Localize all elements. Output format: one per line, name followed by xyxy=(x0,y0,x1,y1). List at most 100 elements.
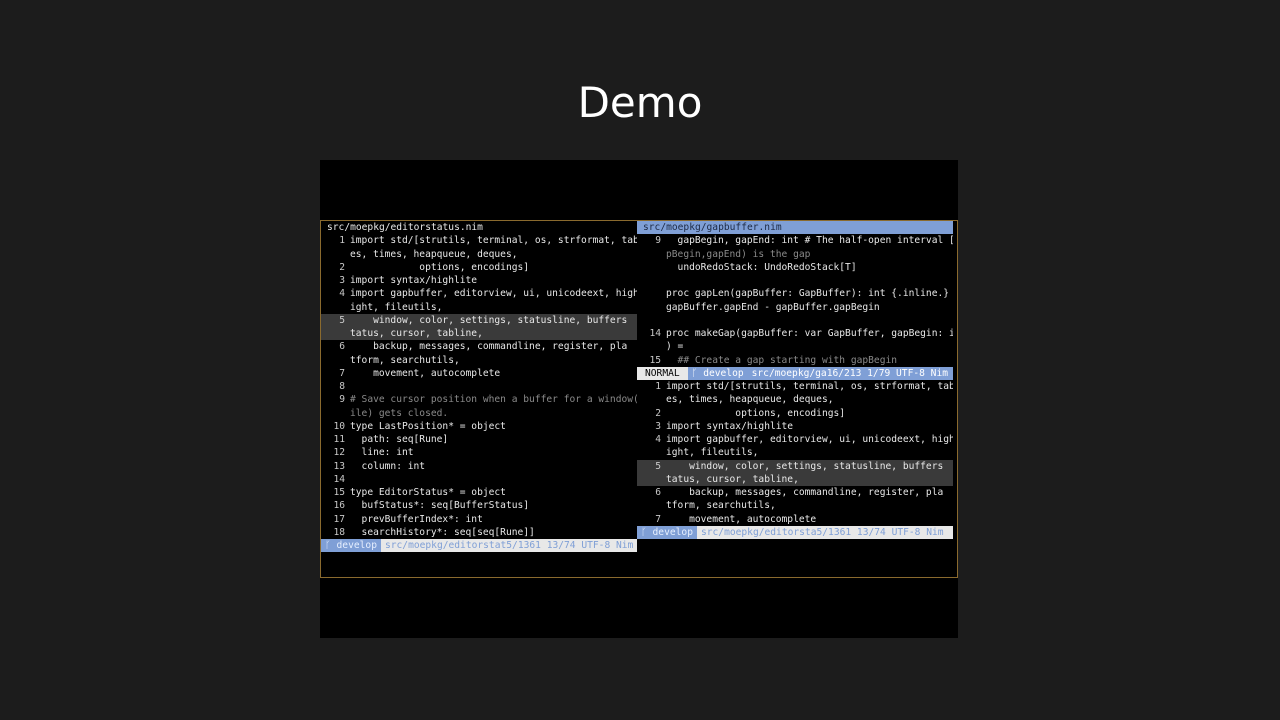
line-text: import std/[strutils, terminal, os, strf… xyxy=(350,235,637,247)
line-text: pBegin,gapEnd) is the gap xyxy=(666,248,811,260)
code-line[interactable] xyxy=(637,274,953,287)
left-code-area[interactable]: 1 import std/[strutils, terminal, os, str… xyxy=(321,234,637,539)
line-number: 15 xyxy=(333,487,345,498)
code-line[interactable]: ) = xyxy=(637,340,953,353)
right-lower-code-area[interactable]: 1 import std/[strutils, terminal, os, str… xyxy=(637,380,953,526)
code-line[interactable]: 15 ## Create a gap starting with gapBegi… xyxy=(637,354,953,367)
code-line[interactable]: 9 gapBegin, gapEnd: int # The half-open … xyxy=(637,234,953,247)
code-line[interactable]: 13 column: int xyxy=(321,460,637,473)
terminal-window: src/moepkg/editorstatus.nim 1 import std/… xyxy=(320,220,958,578)
right-editor-pane[interactable]: src/moepkg/gapbuffer.nim 9 gapBegin, gap… xyxy=(637,221,953,539)
code-line[interactable]: undoRedoStack: UndoRedoStack[T] xyxy=(637,261,953,274)
code-line[interactable]: 11 path: seq[Rune] xyxy=(321,433,637,446)
line-number: 3 xyxy=(339,275,345,286)
left-tab[interactable]: src/moepkg/editorstatus.nim xyxy=(321,221,637,235)
code-line[interactable]: ile) gets closed. xyxy=(321,407,637,420)
line-number xyxy=(637,446,666,459)
left-editor-pane[interactable]: src/moepkg/editorstatus.nim 1 import std/… xyxy=(321,221,637,553)
code-line[interactable]: es, times, heapqueue, deques, xyxy=(321,248,637,261)
code-line[interactable]: 3 import syntax/highlite xyxy=(637,420,953,433)
code-line[interactable] xyxy=(637,314,953,327)
line-text: bufStatus*: seq[BufferStatus] xyxy=(350,500,530,512)
line-text: line: int xyxy=(350,447,414,459)
code-line[interactable]: 2 options, encodings] xyxy=(321,261,637,274)
line-number xyxy=(637,261,666,274)
line-number: 17 xyxy=(333,513,345,525)
code-line[interactable]: 1 import std/[strutils, terminal, os, str… xyxy=(637,380,953,393)
line-number: 2 xyxy=(339,261,345,273)
code-line[interactable]: 14 xyxy=(321,473,637,486)
code-line[interactable]: 5 window, color, settings, statusline, b… xyxy=(321,313,637,327)
line-number: 16 xyxy=(333,500,345,512)
code-line[interactable]: 5 window, color, settings, statusline, b… xyxy=(637,459,953,473)
code-line[interactable]: 15 type EditorStatus* = object xyxy=(321,486,637,499)
line-text: proc gapLen(gapBuffer: GapBuffer): int {… xyxy=(666,288,953,300)
line-number: 15 xyxy=(649,354,661,366)
code-line[interactable]: 6 backup, messages, commandline, registe… xyxy=(637,486,953,499)
line-number: 11 xyxy=(333,434,345,445)
code-line[interactable]: 8 xyxy=(321,380,637,393)
line-number: 4 xyxy=(339,288,345,300)
line-text: ight, fileutils, xyxy=(666,447,759,459)
line-number xyxy=(637,393,666,406)
code-line[interactable]: tform, searchutils, xyxy=(637,499,953,512)
code-line[interactable]: ight, fileutils, xyxy=(321,301,637,314)
line-text: es, times, heapqueue, deques, xyxy=(350,248,518,260)
right-tab[interactable]: src/moepkg/gapbuffer.nim xyxy=(637,221,953,235)
line-text: options, encodings] xyxy=(666,407,846,419)
code-line[interactable]: 12 line: int xyxy=(321,446,637,459)
line-text: tatus, cursor, tabline, xyxy=(666,473,799,485)
line-text: movement, autocomplete xyxy=(666,513,817,525)
code-line[interactable]: gapBuffer.gapEnd - gapBuffer.gapBegin xyxy=(637,301,953,314)
right-mid-status-line: NORMAL ᚴ develop src/moepkg/ga16/213 1/7… xyxy=(637,366,953,380)
right-status-line: ᚴ develop src/moepkg/editorsta5/1361 13/… xyxy=(637,525,953,539)
code-line[interactable]: 2 options, encodings] xyxy=(637,407,953,420)
right-status-branch: ᚴ develop xyxy=(637,525,697,539)
code-line[interactable]: pBegin,gapEnd) is the gap xyxy=(637,248,953,261)
line-number xyxy=(321,407,350,420)
line-text: searchHistory*: seq[seq[Rune]] xyxy=(350,526,535,538)
code-line[interactable]: 17 prevBufferIndex*: int xyxy=(321,513,637,526)
line-number: 7 xyxy=(339,367,345,379)
mid-status-branch: ᚴ develop xyxy=(687,366,748,380)
line-number: 14 xyxy=(333,473,345,485)
code-line[interactable]: 6 backup, messages, commandline, registe… xyxy=(321,340,637,353)
code-line[interactable]: 9 # Save cursor position when a buffer fo… xyxy=(321,393,637,406)
line-text: undoRedoStack: UndoRedoStack[T] xyxy=(666,261,857,273)
code-line[interactable]: tatus, cursor, tabline, xyxy=(321,327,637,341)
demo-video: src/moepkg/editorstatus.nim 1 import std/… xyxy=(320,160,958,638)
code-line[interactable]: 16 bufStatus*: seq[BufferStatus] xyxy=(321,499,637,512)
code-line[interactable]: 18 searchHistory*: seq[seq[Rune]] xyxy=(321,526,637,539)
line-number: 9 xyxy=(655,235,661,247)
line-text: import syntax/highlite xyxy=(350,275,478,286)
line-text: backup, messages, commandline, register,… xyxy=(350,341,628,353)
mid-status-path: src/moepkg/ga16/213 1/79 UTF-8 Nim xyxy=(751,367,949,379)
code-line[interactable]: ight, fileutils, xyxy=(637,446,953,459)
code-line[interactable]: 4 import gapbuffer, editorview, ui, unico… xyxy=(321,287,637,300)
code-line[interactable]: tatus, cursor, tabline, xyxy=(637,472,953,486)
code-line[interactable]: 7 movement, autocomplete xyxy=(321,367,637,380)
code-line[interactable]: 3 import syntax/highlite xyxy=(321,274,637,287)
line-text: backup, messages, commandline, register,… xyxy=(666,487,944,498)
line-number: 1 xyxy=(655,381,661,392)
code-line[interactable]: 4 import gapbuffer, editorview, ui, unico… xyxy=(637,433,953,446)
line-number xyxy=(321,248,350,261)
code-line[interactable]: tform, searchutils, xyxy=(321,354,637,367)
code-line[interactable]: 10 type LastPosition* = object xyxy=(321,420,637,433)
line-number: 8 xyxy=(339,381,345,392)
code-line[interactable]: 14 proc makeGap(gapBuffer: var GapBuffer,… xyxy=(637,327,953,340)
code-line[interactable]: 7 movement, autocomplete xyxy=(637,513,953,526)
line-number: 3 xyxy=(655,420,661,432)
right-upper-code-area[interactable]: 9 gapBegin, gapEnd: int # The half-open … xyxy=(637,234,953,367)
code-line[interactable]: 1 import std/[strutils, terminal, os, str… xyxy=(321,234,637,247)
code-line[interactable]: es, times, heapqueue, deques, xyxy=(637,393,953,406)
line-text: window, color, settings, statusline, buf… xyxy=(350,314,628,326)
line-text: window, color, settings, statusline, buf… xyxy=(666,460,944,472)
line-text: tform, searchutils, xyxy=(350,354,460,366)
line-number: 2 xyxy=(655,407,661,419)
line-text xyxy=(350,380,637,393)
line-text: ile) gets closed. xyxy=(350,407,449,419)
line-number: 7 xyxy=(655,513,661,525)
line-text: movement, autocomplete xyxy=(350,367,501,379)
code-line[interactable]: proc gapLen(gapBuffer: GapBuffer): int {… xyxy=(637,287,953,300)
